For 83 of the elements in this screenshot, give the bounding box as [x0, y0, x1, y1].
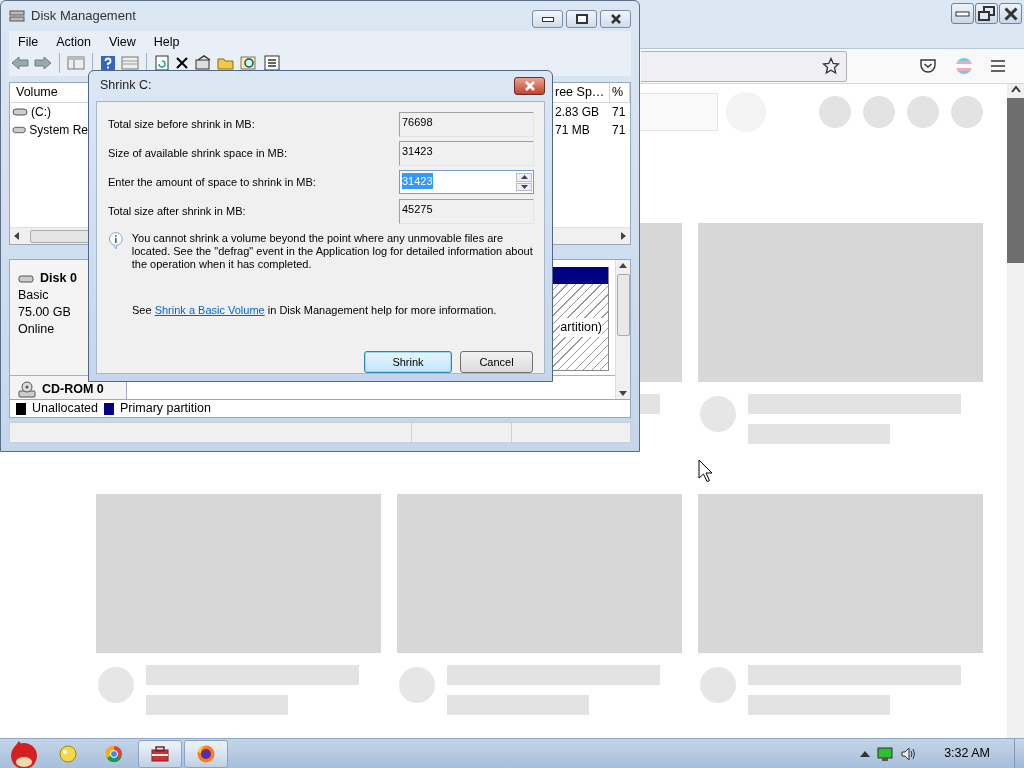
readonly-field: 76698 — [399, 111, 534, 137]
avatar-placeholder — [98, 667, 134, 703]
readonly-field: 45275 — [399, 198, 534, 224]
forward-icon[interactable] — [34, 55, 52, 72]
back-icon[interactable] — [11, 55, 29, 72]
help-text: See Shrink a Basic Volume in Disk Management help for more information. — [131, 302, 498, 318]
chevron-up-icon[interactable] — [860, 749, 871, 758]
partition-area[interactable]: artition) — [553, 284, 608, 371]
info-icon — [108, 231, 124, 250]
pocket-icon[interactable] — [919, 57, 937, 75]
restore-icon — [978, 6, 995, 21]
close-button[interactable] — [600, 10, 631, 28]
table-cell-text: 2.83 GB — [554, 103, 601, 121]
menu-item[interactable]: File — [9, 31, 48, 52]
taskbar-button[interactable] — [184, 739, 228, 768]
taskbar-button[interactable] — [138, 739, 182, 768]
drive-icon — [12, 106, 28, 117]
close-button[interactable] — [999, 3, 1022, 24]
close-button[interactable] — [514, 76, 545, 95]
mouse-pointer-icon — [698, 459, 714, 483]
partition-label: artition) — [560, 318, 602, 337]
search-icon[interactable] — [240, 55, 258, 72]
scroll-up-icon[interactable] — [619, 262, 627, 269]
dialog-title: Shrink C: — [100, 77, 152, 95]
delete-icon[interactable] — [175, 56, 189, 71]
restore-icon — [575, 14, 588, 24]
close-icon — [1003, 6, 1018, 21]
window-icon[interactable] — [121, 55, 139, 72]
scrollbar-thumb[interactable] — [616, 274, 630, 337]
drive-label[interactable]: System Re — [29, 121, 88, 138]
table-cell-text: 71 MB — [554, 121, 591, 139]
field-label: Size of available shrink space in MB: — [108, 145, 288, 161]
avatar-placeholder — [700, 667, 736, 703]
table-cell-text: 71 — [611, 121, 627, 139]
refresh-icon[interactable] — [154, 55, 170, 72]
disk-info: Online — [18, 321, 56, 339]
disk-management-icon — [9, 9, 25, 24]
field-label: Enter the amount of space to shrink in MB: — [108, 174, 316, 190]
minimize-button[interactable] — [532, 10, 563, 28]
restore-button[interactable] — [566, 10, 597, 28]
scroll-right-icon[interactable] — [620, 232, 626, 241]
help-icon[interactable] — [100, 55, 116, 72]
column-header[interactable]: % — [610, 82, 630, 102]
drive-icon — [12, 124, 27, 135]
restore-button[interactable] — [975, 3, 998, 24]
scrollbar-thumb[interactable] — [1007, 98, 1024, 263]
spin-up-icon[interactable] — [520, 175, 528, 180]
partition-bar — [553, 267, 608, 285]
disk-name[interactable]: Disk 0 — [40, 270, 77, 288]
info-message: You cannot shrink a volume beyond the point where any unmovable files are located. See the "defrag" event in the Application log for detailed information about the operation when it has completed. — [131, 231, 534, 271]
cancel-button[interactable]: Cancel — [460, 351, 533, 373]
menu-item[interactable]: Help — [144, 31, 189, 52]
drive-label[interactable]: (C:) — [31, 103, 51, 120]
scrollbar-thumb[interactable] — [30, 229, 90, 243]
clock-time[interactable]: 3:32 AM — [944, 744, 990, 763]
network-icon[interactable] — [876, 745, 895, 762]
menu-item[interactable]: Action — [47, 31, 100, 52]
field-label: Total size after shrink in MB: — [108, 203, 246, 219]
legend-label: Unallocated — [32, 400, 98, 418]
menu-item[interactable]: View — [99, 31, 145, 52]
close-icon — [522, 79, 537, 92]
legend-label: Primary partition — [120, 400, 211, 418]
close-icon — [610, 14, 621, 24]
disk-info: 75.00 GB — [18, 304, 72, 322]
avatar-placeholder — [700, 396, 736, 432]
cd-drive-icon — [18, 380, 36, 399]
scroll-left-icon[interactable] — [14, 232, 20, 241]
help-link[interactable]: Shrink a Basic Volume — [154, 303, 265, 316]
menu-icon[interactable] — [990, 59, 1006, 73]
readonly-field: 31423 — [399, 140, 534, 166]
table-cell-text: 71 — [611, 103, 627, 121]
field-label: Total size before shrink in MB: — [108, 116, 255, 132]
table-icon[interactable] — [263, 55, 281, 72]
scroll-up-icon[interactable] — [1009, 84, 1022, 94]
avatar-placeholder — [399, 667, 435, 703]
star-icon[interactable] — [822, 57, 840, 75]
disk-info: Basic — [18, 287, 50, 305]
shrink-button[interactable]: Shrink — [364, 351, 452, 373]
scroll-down-icon[interactable] — [619, 391, 627, 398]
minimize-icon — [955, 10, 970, 17]
minimize-icon — [541, 16, 554, 22]
spin-down-icon[interactable] — [520, 184, 528, 189]
window-title: Disk Management — [31, 7, 136, 26]
